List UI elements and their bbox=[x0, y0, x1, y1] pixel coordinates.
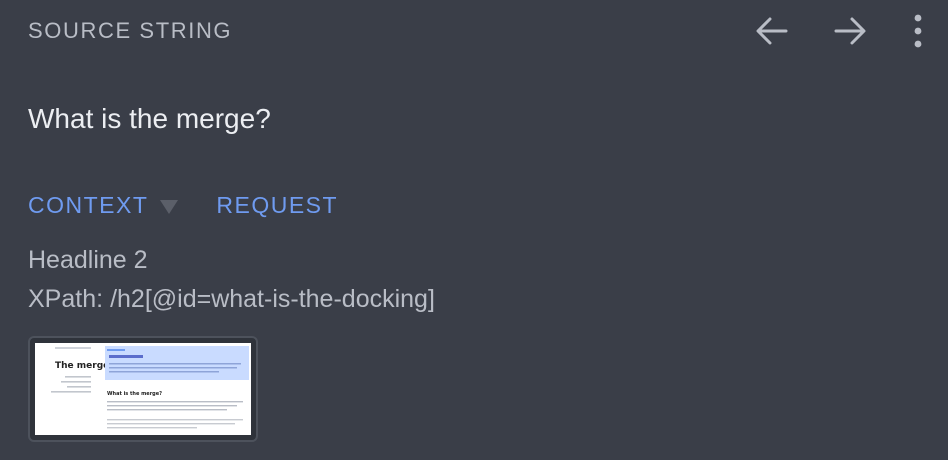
screenshot-thumbnail[interactable]: The merge What is the merge? bbox=[28, 336, 258, 442]
tab-context[interactable]: CONTEXT bbox=[28, 192, 148, 219]
arrow-right-icon bbox=[834, 17, 866, 45]
preview-section-heading: What is the merge? bbox=[107, 391, 162, 397]
previous-button[interactable] bbox=[752, 14, 792, 48]
xpath-value: /h2[@id=what-is-the-docking] bbox=[110, 285, 435, 313]
context-element-type: Headline 2 bbox=[28, 246, 148, 274]
panel-header: SOURCE STRING bbox=[28, 14, 928, 48]
caret-down-icon[interactable] bbox=[160, 199, 179, 214]
more-vertical-icon bbox=[914, 14, 922, 48]
xpath-row: XPath:/h2[@id=what-is-the-docking] bbox=[28, 285, 435, 314]
next-button[interactable] bbox=[830, 14, 870, 48]
source-string-panel: SOURCE STRING What is the merge? CONTEXT… bbox=[0, 0, 948, 460]
source-string-text: What is the merge? bbox=[28, 103, 271, 134]
arrow-left-icon bbox=[756, 17, 788, 45]
thumbnail-image: The merge What is the merge? bbox=[35, 343, 251, 435]
page-preview-graphic: The merge What is the merge? bbox=[51, 346, 249, 429]
section-title: SOURCE STRING bbox=[28, 18, 233, 43]
xpath-label: XPath: bbox=[28, 285, 104, 313]
more-options-button[interactable] bbox=[906, 14, 930, 48]
header-actions bbox=[752, 14, 928, 48]
context-tabs: CONTEXT REQUEST bbox=[28, 192, 338, 219]
tab-request[interactable]: REQUEST bbox=[216, 192, 338, 219]
preview-page-title: The merge bbox=[55, 361, 109, 371]
